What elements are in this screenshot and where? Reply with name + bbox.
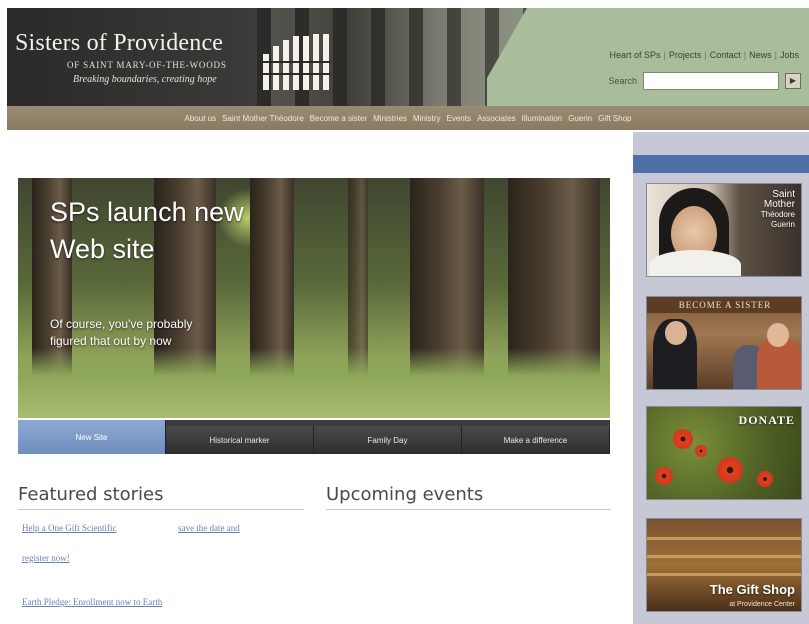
logo-mark-icon [261, 34, 331, 90]
shop-shelf [647, 573, 801, 576]
site-tagline: Breaking boundaries, creating hope [73, 74, 217, 85]
search-form: Search ▶ [608, 72, 801, 90]
promo-become-a-sister[interactable]: BECOME A SISTER [646, 296, 802, 390]
story-link[interactable]: Help a One Gift Scientific [22, 523, 116, 533]
tab-family-day[interactable]: Family Day [314, 426, 462, 454]
promo-saint-mother-theodore[interactable]: Saint Mother Théodore Guerin [646, 183, 802, 277]
link-contact[interactable]: Contact [710, 50, 741, 60]
upcoming-events-heading: Upcoming events [326, 484, 611, 510]
link-separator: | [743, 50, 747, 60]
poppy-flower [655, 467, 673, 485]
poppy-flower [673, 429, 693, 449]
tab-new-site[interactable]: New Site [18, 420, 166, 454]
nav-item-ministries[interactable]: Ministries [373, 114, 407, 123]
poppy-flower [757, 471, 773, 487]
promo-sister-banner: BECOME A SISTER [647, 297, 801, 313]
hero-title: SPs launch new Web site [50, 197, 244, 264]
sister-collar [649, 250, 741, 276]
nav-item-ministry[interactable]: Ministry [413, 114, 441, 123]
promo-saint-line2: Mother [763, 199, 795, 210]
search-input[interactable] [643, 72, 779, 90]
promo-saint-caption: Saint Mother Théodore Guerin [761, 190, 795, 230]
search-button[interactable]: ▶ [785, 73, 801, 89]
poppy-flower [695, 445, 707, 457]
story-link[interactable]: register now! [22, 553, 70, 563]
nav-item-associates[interactable]: Associates [477, 114, 516, 123]
promo-donate[interactable]: DONATE [646, 406, 802, 500]
search-label: Search [608, 76, 637, 86]
promo-gift-subtitle: at Providence Center [729, 601, 795, 608]
site-logo-text[interactable]: Sisters of Providence [15, 30, 223, 57]
nav-item-about[interactable]: About us [185, 114, 217, 123]
link-separator: | [704, 50, 707, 60]
tab-historical-marker[interactable]: Historical marker [166, 426, 314, 454]
hero-tabs: New Site Historical marker Family Day Ma… [18, 420, 610, 454]
nav-item-mother-theodore[interactable]: Saint Mother Théodore [222, 114, 304, 123]
person-face [767, 323, 789, 347]
site-header: Sisters of Providence OF SAINT MARY-OF-T… [7, 8, 809, 130]
promo-gift-title: The Gift Shop [709, 582, 795, 597]
promo-saint-line3: Théodore [760, 210, 795, 219]
link-heart-of-sps[interactable]: Heart of SPs [610, 50, 661, 60]
tab-make-a-difference[interactable]: Make a difference [462, 426, 610, 454]
nav-item-events[interactable]: Events [446, 114, 470, 123]
nav-item-guerin[interactable]: Guerin [568, 114, 592, 123]
hero-lawn [18, 348, 610, 418]
nav-item-become-sister[interactable]: Become a sister [310, 114, 367, 123]
search-arrow-icon: ▶ [789, 76, 797, 85]
shop-shelf [647, 537, 801, 540]
hero-slideshow[interactable]: SPs launch new Web site Of course, you'v… [18, 178, 610, 418]
story-link[interactable]: save the date and [178, 523, 240, 533]
featured-stories-heading: Featured stories [18, 484, 304, 510]
poppy-flower [717, 457, 743, 483]
promo-gift-shop[interactable]: The Gift Shop at Providence Center [646, 518, 802, 612]
hero-subtitle: Of course, you've probably figured that … [50, 317, 193, 348]
sidebar-header-strip [633, 155, 809, 173]
link-separator: | [774, 50, 777, 60]
utility-links: Heart of SPs | Projects | Contact | News | Jobs [610, 50, 799, 60]
link-separator: | [663, 50, 666, 60]
shop-shelf [647, 555, 801, 558]
promo-donate-label: DONATE [738, 413, 795, 427]
nav-item-illumination[interactable]: Illumination [522, 114, 562, 123]
link-news[interactable]: News [749, 50, 772, 60]
main-nav: About us Saint Mother Théodore Become a … [7, 106, 809, 130]
link-projects[interactable]: Projects [669, 50, 702, 60]
promo-saint-line4: Guerin [770, 220, 795, 229]
person-face [665, 321, 687, 345]
nav-item-gift-shop[interactable]: Gift Shop [598, 114, 631, 123]
story-link[interactable]: Earth Pledge: Enrollment now to Earth [22, 597, 162, 607]
link-jobs[interactable]: Jobs [780, 50, 799, 60]
site-logo-subtitle: OF SAINT MARY-OF-THE-WOODS [67, 60, 227, 70]
